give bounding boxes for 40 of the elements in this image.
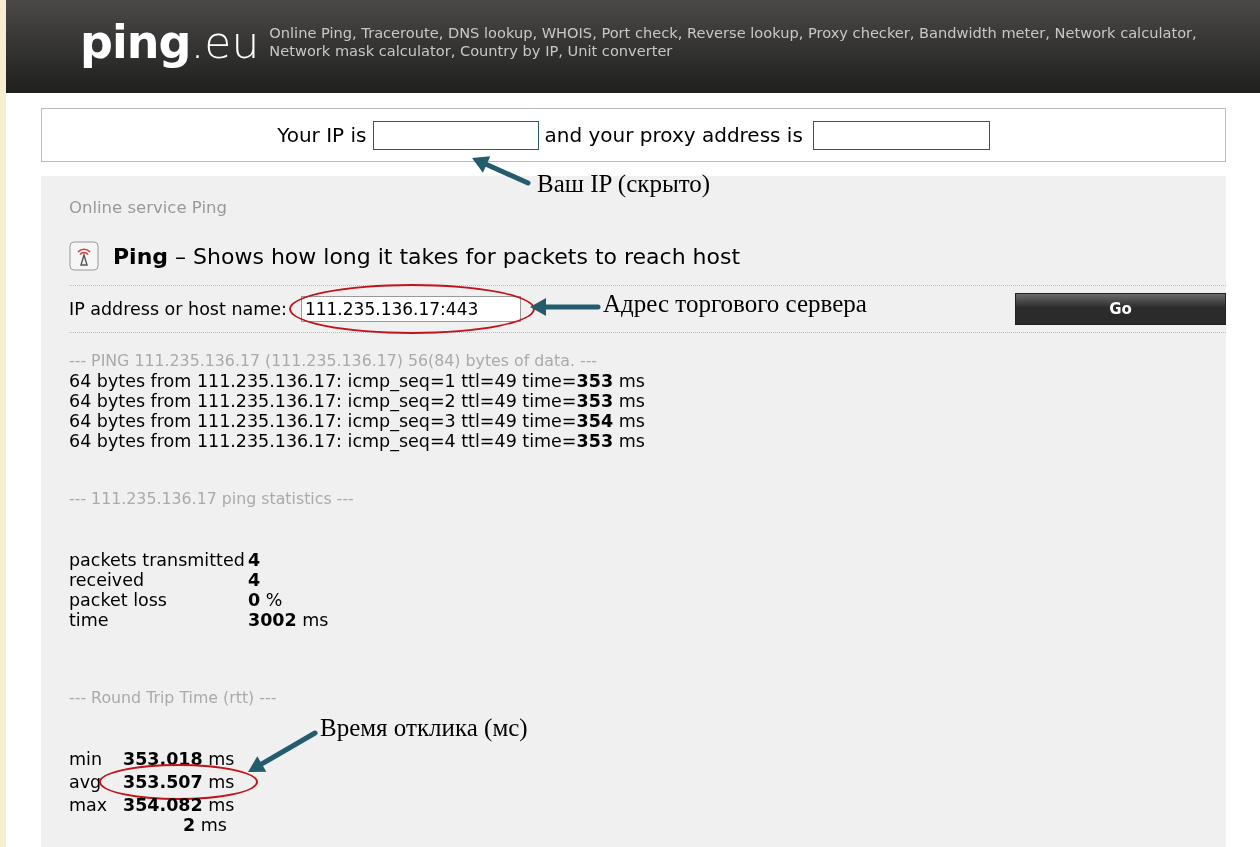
page-title: Ping – Shows how long it takes for packets to reach host: [113, 243, 741, 269]
ping-reply: 64 bytes from 111.235.136.17: icmp_seq=3 ttl=49 time=354 ms: [69, 411, 646, 431]
ip-field[interactable]: [372, 120, 539, 150]
arrow: [248, 730, 318, 772]
ping-header: --- PING 111.235.136.17 (111.235.136.17) 56(84) bytes of data. ---: [69, 351, 599, 371]
ip-label: Your IP is: [277, 123, 367, 147]
stat-value: 0 %: [248, 590, 283, 610]
host-label: IP address or host name:: [69, 299, 287, 319]
stat-value: 3002 ms: [248, 610, 329, 630]
breadcrumb: Online service Ping: [69, 198, 228, 217]
annotation: Адрес торгового сервера: [603, 290, 867, 318]
stat-value: 4: [248, 550, 261, 570]
stat-value: 4: [248, 570, 261, 590]
ping-reply: 64 bytes from 111.235.136.17: icmp_seq=1 ttl=49 time=353 ms: [69, 371, 646, 391]
ping-icon: [69, 241, 99, 271]
rtt-value: 2 ms: [183, 815, 227, 835]
stat-label: time: [69, 610, 110, 630]
go-button[interactable]: Go: [1015, 293, 1226, 325]
logo[interactable]: ping.eu: [80, 16, 260, 69]
host-field[interactable]: 111.235.136.17:443: [300, 296, 521, 322]
proxy-label: and your proxy address is: [544, 123, 803, 147]
ping-reply: 64 bytes from 111.235.136.17: icmp_seq=4 ttl=49 time=353 ms: [69, 431, 646, 451]
annotation: Время отклика (мс): [320, 714, 528, 742]
rtt-label: max: [69, 795, 109, 815]
stat-label: packets transmitted: [69, 550, 246, 570]
ping-reply: 64 bytes from 111.235.136.17: icmp_seq=2 ttl=49 time=353 ms: [69, 391, 646, 411]
annotation: Ваш IP (скрыто): [537, 170, 711, 198]
tagline: Online Ping, Traceroute, DNS lookup, WHOIS, Port check, Reverse lookup, Proxy checker, Bandwidth meter, Network calculator, Network mask calculator, Country by IP, Unit converter: [269, 24, 1197, 60]
rtt-header: --- Round Trip Time (rtt) ---: [69, 688, 278, 708]
stats-header: --- 111.235.136.17 ping statistics ---: [69, 489, 355, 509]
stat-label: received: [69, 570, 146, 590]
rtt-label: avg: [69, 772, 103, 792]
rtt-value: 353.507 ms: [123, 772, 235, 792]
stat-label: packet loss: [69, 590, 168, 610]
rtt-label: min: [69, 749, 103, 769]
rtt-value: 353.018 ms: [123, 749, 235, 769]
arrow: [530, 298, 601, 316]
rtt-value: 354.082 ms: [123, 795, 235, 815]
proxy-field[interactable]: [812, 120, 990, 150]
arrow: [472, 156, 531, 186]
